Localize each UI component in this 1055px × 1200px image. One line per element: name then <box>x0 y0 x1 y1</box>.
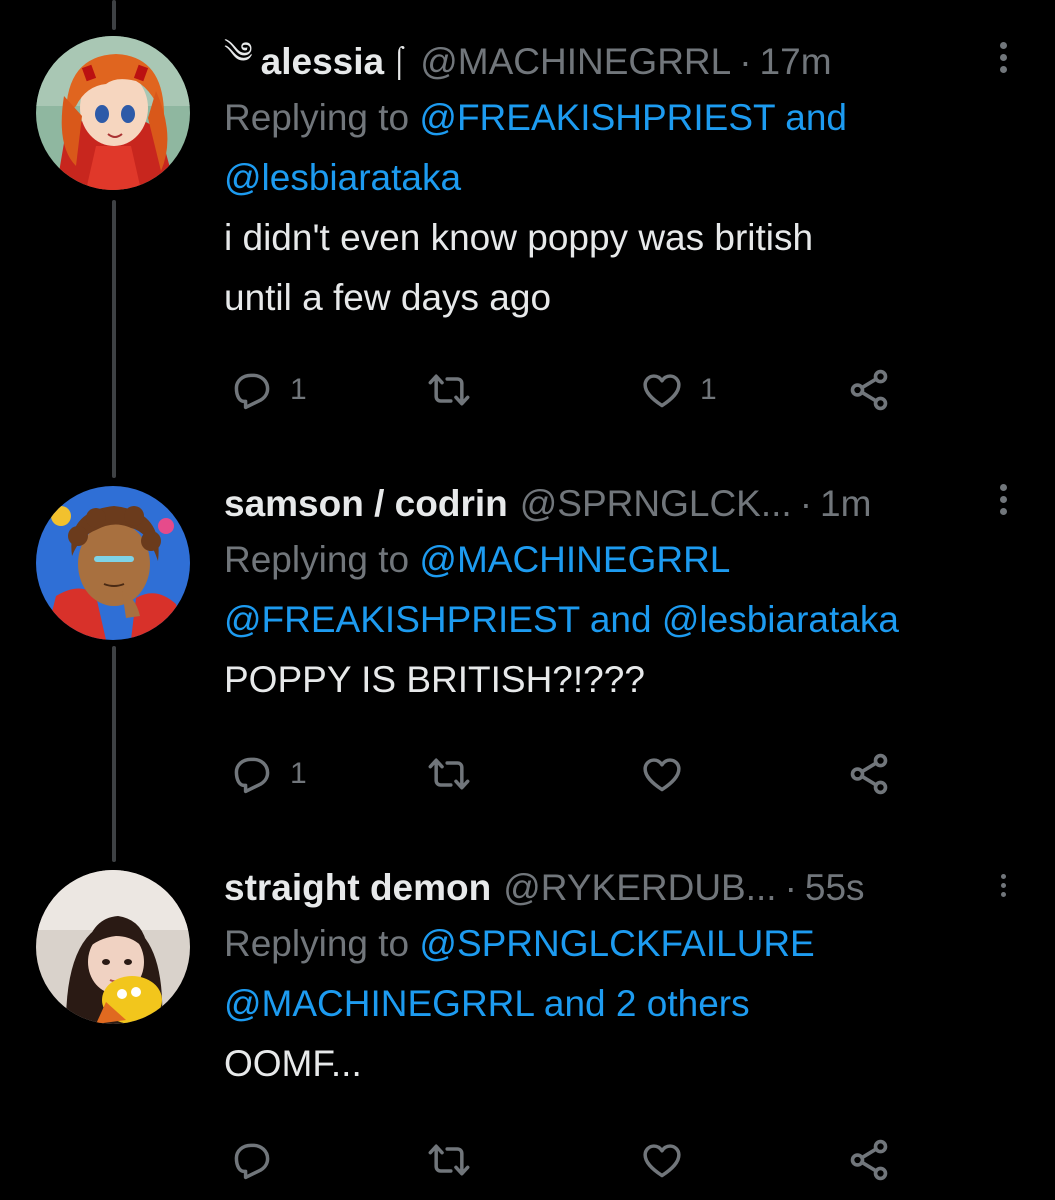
share-icon <box>850 753 888 795</box>
mention-link[interactable]: @MACHINEGRRL <box>224 983 534 1024</box>
reply-button[interactable]: 1 <box>230 744 307 804</box>
mention-link[interactable]: @FREAKISHPRIEST <box>224 599 580 640</box>
replying-to-line2: @FREAKISHPRIEST and @lesbiarataka <box>224 590 1015 650</box>
tweet-text: i didn't even know poppy was british unt… <box>224 208 1015 328</box>
retweet-button[interactable] <box>426 744 488 804</box>
share-button[interactable] <box>846 744 892 804</box>
replying-to: Replying to @MACHINEGRRL <box>224 530 1015 590</box>
avatar-image <box>36 870 190 1024</box>
replying-prefix: Replying to <box>224 923 420 964</box>
replying-prefix: Replying to <box>224 97 420 138</box>
timestamp[interactable]: 1m <box>820 483 871 525</box>
user-handle[interactable]: @MACHINEGRRL <box>420 41 731 83</box>
display-name[interactable]: samson / codrin <box>224 483 508 525</box>
thread-line-2 <box>112 646 116 862</box>
reply-count: 1 <box>290 757 307 790</box>
retweet-icon <box>428 758 470 790</box>
replying-to: Replying to @FREAKISHPRIEST and <box>224 88 1015 148</box>
avatar[interactable] <box>36 486 190 640</box>
reply-count: 1 <box>290 373 307 406</box>
replying-and: and <box>579 599 662 640</box>
avatar-image <box>36 36 190 190</box>
replying-to: Replying to @SPRNGLCKFAILURE <box>224 914 1015 974</box>
replying-to-line2: @lesbiarataka <box>224 148 1015 208</box>
separator-dot: · <box>739 41 752 82</box>
thread-line-1 <box>112 200 116 478</box>
tweet-actions: 1 1 <box>224 360 904 420</box>
user-handle[interactable]: @RYKERDUB... <box>503 867 776 909</box>
reply-button[interactable] <box>230 1130 290 1190</box>
reply-icon <box>234 757 270 794</box>
tweet-header: straight demon @RYKERDUB... · 55s <box>224 862 1015 914</box>
more-options-icon[interactable] <box>991 484 1015 524</box>
retweet-icon <box>428 374 470 406</box>
like-button[interactable] <box>640 744 700 804</box>
timestamp[interactable]: 55s <box>805 867 865 909</box>
mention-link[interactable]: @lesbiarataka <box>662 599 899 640</box>
mention-link[interactable]: @lesbiarataka <box>224 157 461 198</box>
tweet-text-line: POPPY IS BRITISH?!??? <box>224 659 645 700</box>
reply-button[interactable]: 1 <box>230 360 307 420</box>
timestamp[interactable]: 17m <box>760 41 832 83</box>
name-decoration-right: ⌠ <box>390 45 409 78</box>
share-icon <box>850 1139 888 1181</box>
replying-prefix: Replying to <box>224 539 420 580</box>
avatar[interactable] <box>36 870 190 1024</box>
like-button[interactable] <box>640 1130 700 1190</box>
like-count: 1 <box>700 373 717 406</box>
tweet-header: ༄ alessia ⌠ @MACHINEGRRL · 17m <box>224 36 1015 88</box>
thread-line-top <box>112 0 116 30</box>
tweet-header: samson / codrin @SPRNGLCK... · 1m <box>224 478 1015 530</box>
tweet-text-line: i didn't even know poppy was british <box>224 217 814 258</box>
tweet-text: POPPY IS BRITISH?!??? <box>224 650 1015 710</box>
replying-to-line2: @MACHINEGRRL and 2 others <box>224 974 1015 1034</box>
share-button[interactable] <box>846 360 892 420</box>
like-icon <box>643 1144 681 1178</box>
mention-link[interactable]: @FREAKISHPRIEST <box>419 97 775 138</box>
user-handle[interactable]: @SPRNGLCK... <box>520 483 792 525</box>
more-options-icon[interactable] <box>991 42 1015 82</box>
replying-and: and <box>774 97 847 138</box>
tweet-text-line: until a few days ago <box>224 277 552 318</box>
display-name[interactable]: alessia <box>261 41 384 83</box>
tweet-text: OOMF... <box>224 1034 1015 1094</box>
like-icon <box>643 758 681 792</box>
separator-dot: · <box>784 867 797 908</box>
display-name[interactable]: straight demon <box>224 867 491 909</box>
tweet-text-line: OOMF... <box>224 1043 362 1084</box>
reply-icon <box>234 1143 270 1180</box>
share-button[interactable] <box>846 1130 892 1190</box>
tweet-actions: 1 <box>224 744 904 804</box>
mention-link[interactable]: @SPRNGLCKFAILURE <box>419 923 814 964</box>
share-icon <box>850 369 888 411</box>
mention-link[interactable]: @MACHINEGRRL <box>419 539 730 580</box>
mention-link[interactable]: 2 others <box>616 983 750 1024</box>
retweet-icon <box>428 1144 470 1176</box>
replying-and: and <box>533 983 616 1024</box>
like-button[interactable]: 1 <box>640 360 717 420</box>
tweet-actions <box>224 1130 904 1190</box>
retweet-button[interactable] <box>426 360 488 420</box>
reply-icon <box>234 373 270 410</box>
avatar-image <box>36 486 190 640</box>
more-options-icon[interactable] <box>991 874 1015 914</box>
name-decoration-left: ༄ <box>224 37 253 70</box>
like-icon <box>643 374 681 408</box>
separator-dot: · <box>799 483 813 524</box>
retweet-button[interactable] <box>426 1130 488 1190</box>
avatar[interactable] <box>36 36 190 190</box>
